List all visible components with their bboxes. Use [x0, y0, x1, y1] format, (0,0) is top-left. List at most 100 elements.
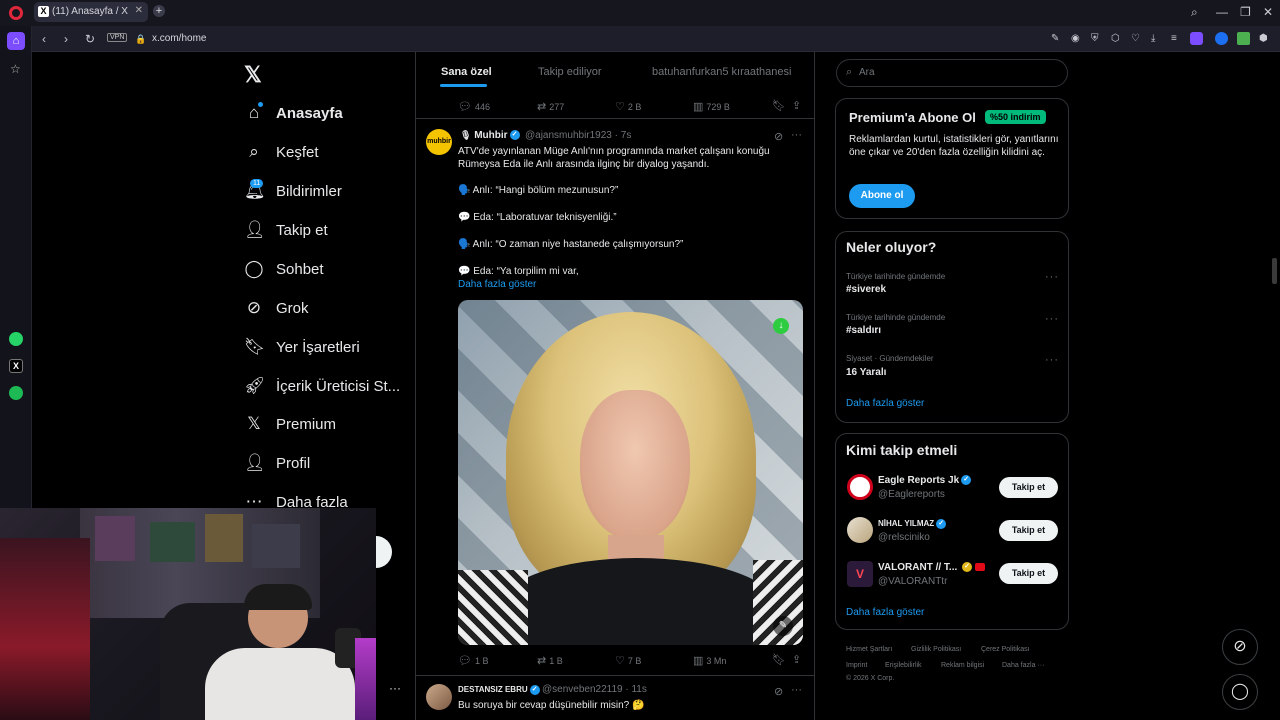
views-action[interactable]: ▥ 729 B [693, 100, 730, 113]
extensions-icon[interactable]: ⬢ [1259, 33, 1268, 45]
footer-link[interactable]: Reklam bilgisi [941, 662, 984, 669]
avatar[interactable] [847, 474, 873, 500]
repost-action[interactable]: ⇄ 1 B [537, 654, 563, 667]
download-image-icon[interactable]: ↓ [773, 318, 789, 334]
whatsapp-icon[interactable] [9, 332, 23, 346]
reload-icon[interactable]: ↻ [85, 33, 95, 45]
like-action[interactable]: ♡ 7 B [615, 654, 641, 667]
close-tab-icon[interactable]: ✕ [135, 5, 143, 16]
browser-tab[interactable]: X (11) Anasayfa / X ✕ [34, 2, 148, 22]
vpn-badge[interactable]: VPN [107, 33, 128, 42]
like-action[interactable]: ♡ 2 B [615, 100, 641, 113]
account-more-icon[interactable]: ··· [389, 681, 401, 695]
reply-action[interactable]: 💬︎ 1 B [458, 654, 488, 667]
trends-show-more[interactable]: Daha fazla göster [846, 398, 924, 409]
avatar[interactable] [847, 517, 873, 543]
nav-creator-studio[interactable]: 🚀︎ İçerik Üreticisi St... [244, 374, 400, 398]
tweet-author[interactable]: 🎙 Muhbir ✓ [460, 130, 520, 141]
star-icon[interactable]: ☆ [10, 62, 21, 76]
new-tab-icon[interactable]: + [153, 5, 165, 17]
opera-logo-icon[interactable] [9, 6, 23, 20]
x-sidebar-icon[interactable]: X [9, 359, 23, 373]
messages-float-icon[interactable]: ◯ [1222, 674, 1258, 710]
search-input[interactable]: ⌕ Ara [836, 59, 1068, 87]
show-more-link[interactable]: Daha fazla göster [458, 278, 536, 291]
share-action[interactable]: ⇪ [792, 99, 804, 112]
trend-item[interactable]: #saldırı [846, 325, 881, 336]
back-icon[interactable]: ‹ [42, 33, 46, 45]
image-edit-icon[interactable]: ✎ [773, 616, 793, 636]
tweet-image[interactable]: ↓ ✎ [458, 300, 803, 645]
tweet-more-icon[interactable]: ··· [791, 129, 802, 141]
footer-link[interactable]: Daha fazla ··· [1002, 662, 1044, 669]
reply-action[interactable]: 💬︎ 446 [458, 100, 490, 113]
repost-action[interactable]: ⇄ 277 [537, 100, 564, 113]
tweet-handle-line[interactable]: @ajansmuhbir1923 · 7s [525, 130, 631, 141]
follow-button[interactable]: Takip et [999, 477, 1058, 498]
trend-item[interactable]: #siverek [846, 284, 886, 295]
grok-float-icon[interactable]: ⊘ [1222, 629, 1258, 665]
subscribe-button[interactable]: Abone ol [849, 184, 915, 208]
forward-icon[interactable]: › [64, 33, 68, 45]
tab-following[interactable]: Takip ediliyor [538, 66, 602, 78]
maximize-icon[interactable]: ❐ [1240, 6, 1251, 18]
minimize-icon[interactable]: — [1216, 6, 1228, 18]
profile-browser-icon[interactable] [1190, 32, 1203, 45]
nav-follow[interactable]: 👤︎ Takip et [244, 218, 328, 242]
nav-explore[interactable]: ⌕ Keşfet [244, 140, 318, 164]
url-field[interactable]: x.com/home [152, 33, 206, 44]
suggestion-name[interactable]: VALORANT // T... ✓ [878, 562, 985, 573]
extension-icon[interactable] [1215, 32, 1228, 45]
suggestion-name[interactable]: Eagle Reports Jk ✓ [878, 475, 972, 486]
grok-tweet-icon[interactable]: ⊘ [774, 130, 783, 143]
page-scrollbar[interactable] [1272, 258, 1277, 284]
cube-icon[interactable]: ⬡ [1111, 33, 1120, 45]
bookmark-action[interactable]: 🔖︎ [772, 653, 789, 666]
x-logo-icon[interactable]: 𝕏 [244, 62, 262, 88]
nav-bookmarks[interactable]: 🔖︎ Yer İşaretleri [244, 335, 360, 359]
footer-link[interactable]: Hizmet Şartları [846, 646, 892, 653]
footer-link[interactable]: Imprint [846, 662, 867, 669]
download-icon[interactable]: ⤓ [1151, 33, 1155, 45]
footer-link[interactable]: Gizlilik Politikası [911, 646, 961, 653]
shield-icon[interactable]: ⛨ [1091, 33, 1099, 45]
edit-icon[interactable]: ✎ [1051, 33, 1059, 45]
nav-premium[interactable]: 𝕏 Premium [244, 412, 336, 436]
trend-more-icon[interactable]: ··· [1045, 354, 1059, 366]
tweet-handle-line[interactable]: @senveben22119 · 11s [542, 684, 647, 695]
trend-more-icon[interactable]: ··· [1045, 271, 1059, 283]
bookmark-action[interactable]: 🔖︎ [772, 99, 789, 112]
trend-item[interactable]: 16 Yaralı [846, 367, 886, 378]
poster [205, 514, 243, 562]
nav-profile[interactable]: 👤︎ Profil [244, 451, 310, 475]
nav-chat[interactable]: ◯ Sohbet [244, 257, 323, 281]
avatar[interactable]: muhbir [426, 129, 452, 155]
tweet-more-icon[interactable]: ··· [791, 684, 802, 696]
nav-grok[interactable]: ⊘ Grok [244, 296, 309, 320]
close-window-icon[interactable]: ✕ [1263, 6, 1273, 18]
suggestion-name[interactable]: NİHAL YILMAZ ✓ [878, 519, 947, 529]
footer-link[interactable]: Çerez Politikası [981, 646, 1030, 653]
follow-show-more[interactable]: Daha fazla göster [846, 607, 924, 618]
avatar[interactable] [426, 684, 452, 710]
camera-icon[interactable]: ◉ [1071, 33, 1080, 45]
tab-for-you[interactable]: Sana özel [441, 66, 492, 78]
follow-button[interactable]: Takip et [999, 520, 1058, 541]
follow-button[interactable]: Takip et [999, 563, 1058, 584]
lock-icon[interactable]: 🔒 [135, 33, 146, 45]
trend-more-icon[interactable]: ··· [1045, 313, 1059, 325]
heart-icon[interactable]: ♡ [1131, 33, 1140, 45]
like-count: 7 B [627, 656, 642, 666]
spotify-icon[interactable] [9, 386, 23, 400]
tab-search-icon[interactable]: ⌕ [1191, 6, 1198, 18]
home-sidebar-icon[interactable]: ⌂ [7, 32, 25, 50]
footer-link[interactable]: Erişilebilirlik [885, 662, 922, 669]
tab-community[interactable]: batuhanfurkan5 kıraathanesi [652, 66, 791, 78]
grok-tweet-icon[interactable]: ⊘ [774, 685, 783, 698]
tweet-author[interactable]: DESTANSIZ EBRU ✓ [458, 685, 540, 695]
share-action[interactable]: ⇪ [792, 653, 804, 666]
menu-icon[interactable]: ≡ [1171, 33, 1177, 45]
extension-download-icon[interactable] [1237, 32, 1250, 45]
views-action[interactable]: ▥ 3 Mn [693, 654, 726, 667]
valorant-avatar[interactable]: V [847, 561, 873, 587]
